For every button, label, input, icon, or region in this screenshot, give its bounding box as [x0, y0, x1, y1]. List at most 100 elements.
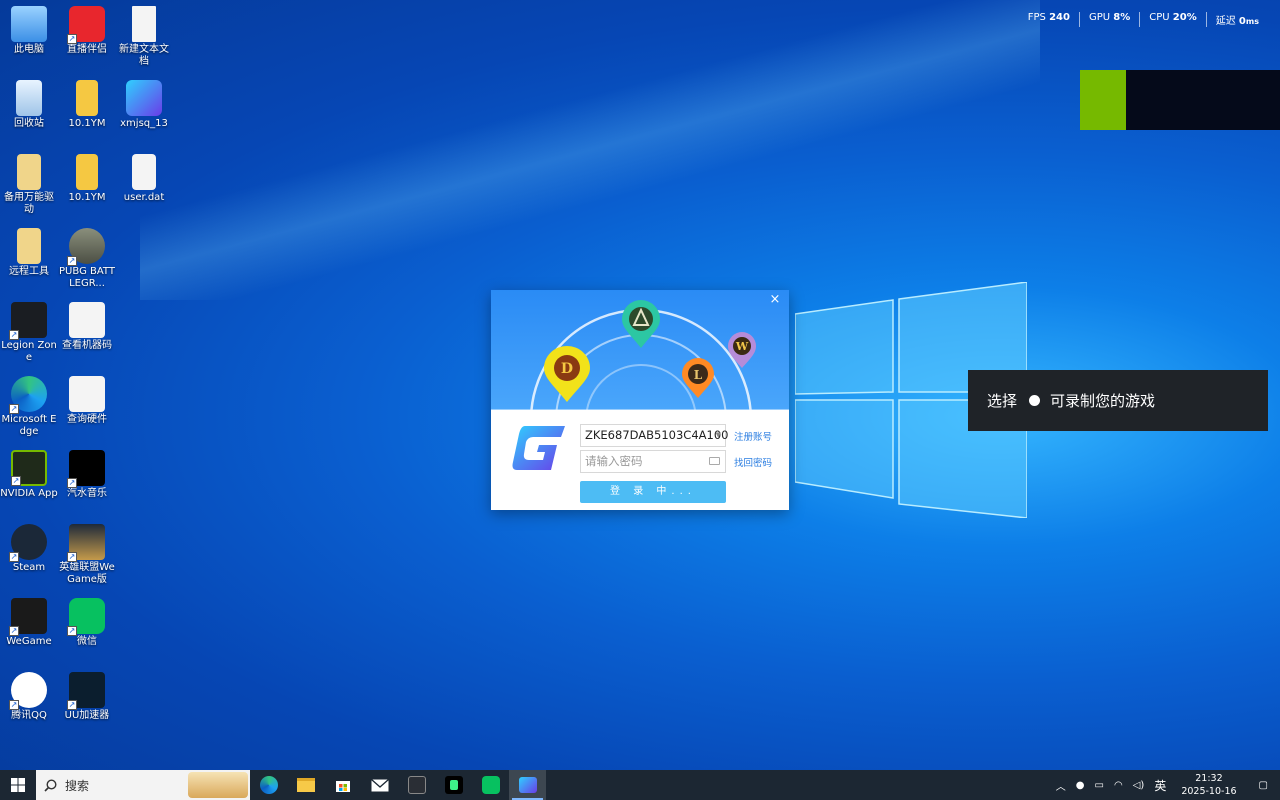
wow-pin-icon: W: [728, 332, 756, 368]
desktop-icon-uu-accelerator[interactable]: ↗ UU加速器: [58, 670, 116, 722]
search-highlight-illustration: [188, 772, 248, 798]
desktop-icon-label: UU加速器: [64, 710, 110, 721]
svg-text:W: W: [735, 340, 749, 353]
taskbar-xmjsq[interactable]: [509, 770, 546, 800]
start-button[interactable]: [0, 770, 36, 800]
edge-icon: [259, 776, 278, 794]
desktop-icon-label: xmjsq_13: [120, 118, 168, 129]
desktop-icon-microsoft-edge[interactable]: ↗ Microsoft Edge: [0, 374, 58, 438]
desktop-icon-folder-10-1ym[interactable]: 10.1YM: [58, 78, 116, 130]
desktop-icon-recycle-bin[interactable]: 回收站: [0, 78, 58, 130]
desktop-icon-nvidia-app[interactable]: ↗ NVIDIA App: [0, 448, 58, 500]
chevron-up-icon[interactable]: ︿: [1051, 778, 1071, 793]
shortcut-arrow-icon: ↗: [67, 700, 77, 710]
wegame-icon: ↗: [9, 598, 47, 636]
account-select[interactable]: ZKE687DAB5103C4A100 ▼: [580, 424, 728, 447]
lol-wegame-icon: ↗: [67, 524, 105, 562]
desktop-icon-label: 10.1YM: [68, 192, 106, 203]
taskbar-mail[interactable]: [361, 770, 398, 800]
desktop-icon-wegame[interactable]: ↗ WeGame: [0, 596, 58, 648]
battery-icon[interactable]: ▭: [1090, 780, 1109, 791]
app-logo: [511, 424, 567, 472]
shortcut-arrow-icon: ↗: [11, 476, 21, 486]
button-dot-icon: [1029, 395, 1041, 406]
recover-password-link[interactable]: 找回密码: [734, 455, 772, 469]
taskbar-search[interactable]: 搜索: [36, 770, 250, 800]
desktop-icon-live-companion[interactable]: ↗ 直播伴侣: [58, 4, 116, 56]
shortcut-arrow-icon: ↗: [9, 626, 19, 636]
folder-10-1ym-icon: [76, 80, 98, 116]
pubg-icon: ↗: [67, 228, 105, 266]
store-icon: [335, 781, 350, 792]
nvidia-brand-strip: [1080, 70, 1126, 130]
microphone-icon[interactable]: ●: [1071, 780, 1090, 791]
search-placeholder: 搜索: [65, 778, 90, 793]
archeage-pin-icon: [622, 300, 660, 348]
xmjsq-icon: [126, 80, 162, 116]
windows-icon: [11, 778, 25, 792]
network-icon[interactable]: ◠: [1109, 780, 1128, 791]
desktop-icon-label: WeGame: [6, 636, 52, 647]
desktop-icon-remote-tools[interactable]: 远程工具: [0, 226, 58, 278]
gpu-readout: GPU 8%: [1078, 12, 1139, 27]
login-button[interactable]: 登 录 中...: [580, 481, 726, 503]
remote-tools-icon: [17, 228, 41, 264]
shortcut-arrow-icon: ↗: [67, 626, 77, 636]
desktop-icon-view-machine-code[interactable]: 查看机器码: [58, 300, 116, 352]
volume-icon[interactable]: ◁): [1128, 780, 1150, 791]
taskbar-file-explorer[interactable]: [287, 770, 324, 800]
close-button[interactable]: ×: [767, 292, 783, 308]
taskbar-store[interactable]: [324, 770, 361, 800]
chevron-down-icon[interactable]: ▼: [716, 425, 721, 446]
password-placeholder: 请输入密码: [585, 454, 643, 468]
keyboard-icon[interactable]: [709, 457, 720, 465]
notification-center-icon[interactable]: ▢: [1247, 780, 1280, 791]
search-icon: [44, 778, 57, 792]
desktop-icon-backup-driver[interactable]: 备用万能驱动: [0, 152, 58, 216]
register-link[interactable]: 注册账号: [734, 429, 772, 443]
desktop-icon-label: 微信: [77, 636, 97, 647]
mail-icon: [370, 778, 389, 791]
desktop-icon-qishui-music[interactable]: ↗ 汽水音乐: [58, 448, 116, 500]
taskbar-wechat[interactable]: [472, 770, 509, 800]
recycle-bin-icon: [16, 80, 42, 116]
desktop-icon-lol-wegame[interactable]: ↗ 英雄联盟WeGame版: [58, 522, 116, 586]
wechat-icon: [481, 776, 500, 794]
qishui-music-icon: ↗: [67, 450, 105, 488]
wechat-icon: ↗: [67, 598, 105, 636]
lol-pin-icon: L: [682, 358, 714, 398]
desktop-icon-this-pc[interactable]: 此电脑: [0, 4, 58, 56]
desktop-icon-label: 查看机器码: [62, 340, 112, 351]
login-dialog: D L W × ZKE687DAB5103C4A100 ▼ 请输入密码 注册账号…: [491, 290, 789, 510]
desktop-icon-xmjsq[interactable]: xmjsq_13: [115, 78, 173, 130]
desktop-icon-wechat[interactable]: ↗ 微信: [58, 596, 116, 648]
desktop-icon-label: 汽水音乐: [67, 488, 107, 499]
desktop-icon-label: 英雄联盟WeGame版: [59, 562, 115, 585]
taskbar-music[interactable]: [435, 770, 472, 800]
taskbar-edge[interactable]: [250, 770, 287, 800]
shortcut-arrow-icon: ↗: [9, 330, 19, 340]
password-field[interactable]: 请输入密码: [580, 450, 726, 473]
steam-icon: ↗: [9, 524, 47, 562]
desktop-icon-query-hardware[interactable]: 查询硬件: [58, 374, 116, 426]
new-text-document-icon: [132, 6, 156, 42]
desktop-icon-qq[interactable]: ↗ 腾讯QQ: [0, 670, 58, 722]
desktop-icon-label: 此电脑: [14, 44, 44, 55]
desktop-icon-legion-zone[interactable]: ↗ Legion Zone: [0, 300, 58, 364]
desktop-icon-label: 直播伴侣: [67, 44, 107, 55]
nvidia-app-icon: ↗: [11, 450, 47, 486]
toast-message: 可录制您的游戏: [1050, 392, 1156, 410]
taskbar-legion-zone[interactable]: [398, 770, 435, 800]
desktop-icon-folder-10-1ym-2[interactable]: 10.1YM: [58, 152, 116, 204]
desktop-icon-label: NVIDIA App: [0, 488, 58, 499]
desktop-icon-user-dat[interactable]: user.dat: [115, 152, 173, 204]
desktop-icon-steam[interactable]: ↗ Steam: [0, 522, 58, 574]
legion-zone-icon: ↗: [9, 302, 47, 340]
backup-driver-icon: [17, 154, 41, 190]
desktop-icon-new-text-document[interactable]: 新建文本文档: [115, 4, 173, 68]
ime-indicator[interactable]: 英: [1149, 777, 1171, 794]
taskbar-clock[interactable]: 21:32 2025-10-16: [1171, 772, 1246, 798]
svg-text:D: D: [561, 361, 573, 377]
desktop-icon-pubg[interactable]: ↗ PUBG BATTLEGR...: [58, 226, 116, 290]
desktop-icon-label: 腾讯QQ: [11, 710, 47, 721]
